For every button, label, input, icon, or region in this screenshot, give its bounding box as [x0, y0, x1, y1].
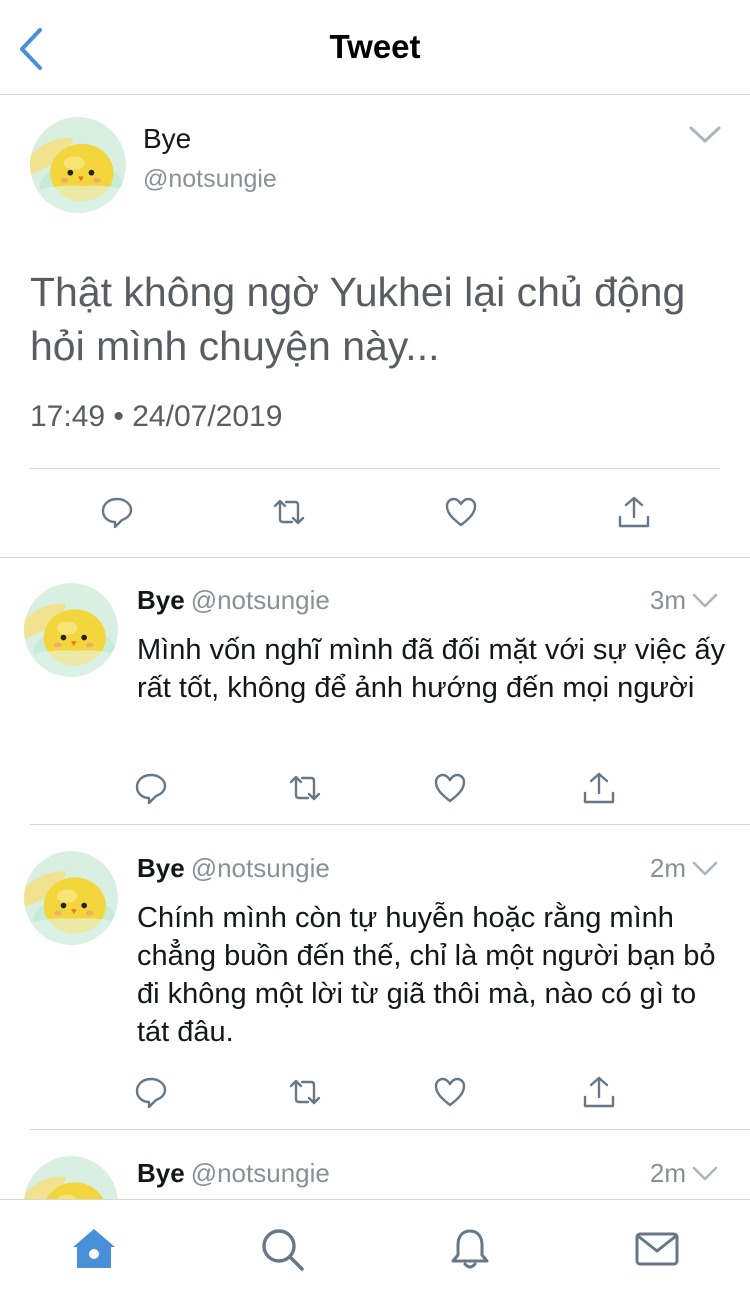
tweet-text: Thật không ngờ Yukhei lại chủ động hỏi m…: [30, 269, 686, 369]
share-icon[interactable]: [582, 1075, 616, 1109]
reply-icon[interactable]: [134, 771, 168, 805]
author-name[interactable]: Bye: [137, 1158, 185, 1188]
reply-icon[interactable]: [100, 495, 134, 529]
chevron-down-icon[interactable]: [688, 125, 722, 145]
author-handle[interactable]: @notsungie: [191, 585, 330, 615]
messages-icon[interactable]: [634, 1226, 680, 1272]
reply-tweet[interactable]: Bye @notsungie 2m: [0, 1130, 750, 1200]
reply-header: Bye @notsungie: [137, 853, 330, 884]
retweet-icon[interactable]: [288, 771, 322, 805]
bottom-tab-bar: [0, 1199, 750, 1300]
like-icon[interactable]: [444, 495, 478, 529]
reply-header: Bye @notsungie: [137, 585, 330, 616]
avatar[interactable]: [30, 117, 126, 213]
like-icon[interactable]: [433, 771, 467, 805]
avatar[interactable]: [24, 583, 118, 677]
home-icon[interactable]: [71, 1226, 117, 1272]
share-icon[interactable]: [617, 495, 651, 529]
reply-header: Bye @notsungie: [137, 1158, 330, 1189]
reply-time: 3m: [649, 585, 686, 615]
chevron-down-icon[interactable]: [692, 593, 718, 609]
main-tweet: Bye @notsungie Thật không ngờ Yukhei lại…: [0, 95, 750, 558]
share-icon[interactable]: [582, 771, 616, 805]
author-handle[interactable]: @notsungie: [143, 165, 277, 194]
tweet-timestamp: 17:49 • 24/07/2019: [30, 400, 283, 433]
reply-text: Chính mình còn tự huyễn hoặc rằng mình c…: [137, 902, 716, 1048]
notifications-icon[interactable]: [447, 1226, 493, 1272]
chevron-down-icon[interactable]: [692, 1166, 718, 1182]
reply-tweet[interactable]: Bye @notsungie 3m Mình vốn nghĩ mình đã đ…: [0, 557, 750, 862]
author-handle[interactable]: @notsungie: [191, 1158, 330, 1188]
retweet-icon[interactable]: [272, 495, 306, 529]
top-bar: Tweet: [0, 0, 750, 95]
reply-time: 2m: [649, 1158, 686, 1188]
author-name[interactable]: Bye: [143, 123, 191, 155]
reply-text: Mình vốn nghĩ mình đã đối mặt với sự việ…: [137, 634, 726, 704]
reply-time: 2m: [649, 853, 686, 883]
avatar[interactable]: [24, 1156, 118, 1200]
reply-icon[interactable]: [134, 1075, 168, 1109]
author-name[interactable]: Bye: [137, 585, 185, 615]
author-handle[interactable]: @notsungie: [191, 853, 330, 883]
like-icon[interactable]: [433, 1075, 467, 1109]
divider: [30, 468, 720, 469]
reply-tweet[interactable]: Bye @notsungie 2m Chính mình còn tự huyễn…: [0, 825, 750, 1130]
page-title: Tweet: [329, 28, 421, 65]
retweet-icon[interactable]: [288, 1075, 322, 1109]
search-icon[interactable]: [259, 1226, 305, 1272]
avatar[interactable]: [24, 851, 118, 945]
chevron-down-icon[interactable]: [692, 861, 718, 877]
author-name[interactable]: Bye: [137, 853, 185, 883]
